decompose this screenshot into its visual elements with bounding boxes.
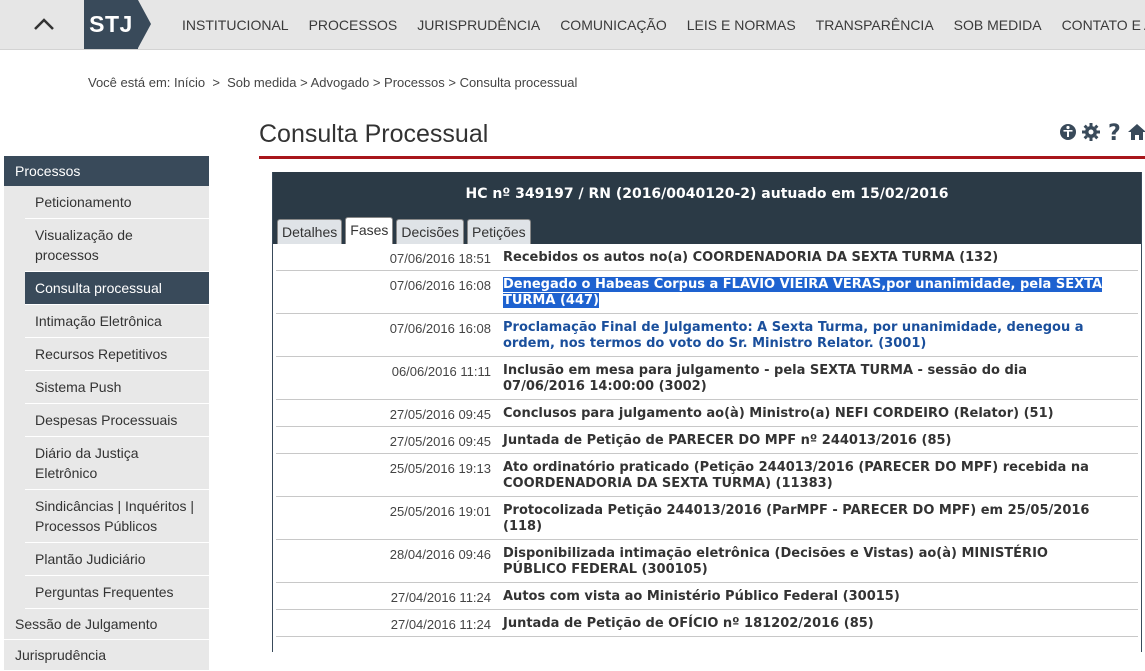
nav-item-transpar-ncia[interactable]: TRANSPARÊNCIA	[806, 17, 944, 33]
phase-datetime: 07/06/2016 16:08	[389, 278, 491, 293]
sidebar-item-2[interactable]: Visualização de processos	[25, 219, 209, 272]
sidebar-item-6[interactable]: Sistema Push	[25, 371, 209, 404]
gear-icon[interactable]	[1081, 121, 1101, 143]
phase-datetime: 07/06/2016 16:08	[389, 321, 491, 336]
panel-header: HC nº 349197 / RN (2016/0040120-2) autua…	[273, 172, 1141, 244]
phase-row: 27/05/2016 09:45 Juntada de Petição de PA…	[276, 427, 1138, 454]
sidebar-item-1[interactable]: Peticionamento	[25, 186, 209, 219]
phase-description: Conclusos para julgamento ao(à) Ministro…	[503, 406, 1054, 421]
help-icon[interactable]: ?	[1104, 121, 1124, 143]
phase-description: Autos com vista ao Ministério Público Fe…	[503, 589, 900, 604]
selected-text: Denegado o Habeas Corpus a FLÁVIO VIEIRA…	[503, 277, 1103, 308]
phase-row: 28/04/2016 09:46 Disponibilizada intimaçã…	[276, 540, 1138, 583]
phase-datetime: 25/05/2016 19:13	[389, 461, 491, 476]
breadcrumb-item[interactable]: Início	[174, 75, 205, 90]
phase-row: 27/04/2016 11:24 Juntada de Petição de OF…	[276, 610, 1138, 637]
stj-logo[interactable]: STJ	[84, 0, 138, 49]
breadcrumb-item: Consulta processual	[459, 75, 578, 90]
page-tools: ?	[1058, 121, 1145, 143]
sidebar-item-7[interactable]: Despesas Processuais	[25, 404, 209, 437]
breadcrumb-item[interactable]: Sob medida	[227, 75, 296, 90]
phase-row: 07/06/2016 16:08 Proclamação Final de Jul…	[276, 314, 1138, 357]
home-icon[interactable]	[1127, 121, 1145, 143]
main-menu: INSTITUCIONAL PROCESSOS JURISPRUDÊNCIA COMU…	[172, 0, 1145, 49]
phase-description: Inclusão em mesa para julgamento - pela …	[503, 363, 1028, 394]
phase-row: 07/06/2016 16:08 Denegado o Habeas Corpus…	[276, 271, 1138, 314]
nav-item-contato-e-ajuda[interactable]: CONTATO E AJUDA	[1052, 17, 1145, 33]
phase-datetime: 07/06/2016 18:51	[389, 251, 491, 266]
breadcrumb-separator: >	[296, 75, 311, 90]
phase-datetime: 27/05/2016 09:45	[389, 407, 491, 422]
sidebar-item-5[interactable]: Recursos Repetitivos	[25, 338, 209, 371]
phase-description: Disponibilizada intimação eletrônica (De…	[503, 546, 1048, 577]
nav-item-comunica-o[interactable]: COMUNICAÇÃO	[550, 17, 677, 33]
phase-row: 25/05/2016 19:01 Protocolizada Petição 24…	[276, 497, 1138, 540]
nav-item-leis-e-normas[interactable]: LEIS E NORMAS	[677, 17, 806, 33]
phase-description: Ato ordinatório praticado (Petição 24401…	[503, 460, 1089, 491]
tab-decisoes[interactable]: Decisões	[396, 219, 464, 244]
sidebar-section-1[interactable]: Sessão de Julgamento	[4, 609, 209, 640]
breadcrumb-separator: >	[205, 75, 228, 90]
sidebar-section-2[interactable]: Jurisprudência	[4, 640, 209, 671]
phase-datetime: 27/04/2016 11:24	[390, 617, 491, 632]
accessibility-icon[interactable]	[1058, 121, 1078, 143]
breadcrumb-prefix: Você está em:	[88, 75, 171, 90]
nav-item-jurisprud-ncia[interactable]: JURISPRUDÊNCIA	[407, 17, 550, 33]
page-title: Consulta Processual	[259, 120, 489, 148]
sidebar: Processos Peticionamento Visualização de …	[4, 156, 209, 671]
top-navigation: STJ INSTITUCIONAL PROCESSOS JURISPRUDÊNCIA…	[0, 0, 1145, 50]
chevron-up-icon[interactable]	[24, 10, 64, 38]
phase-description: Juntada de Petição de PARECER DO MPF nº …	[503, 433, 952, 448]
sidebar-item-10[interactable]: Plantão Judiciário	[25, 543, 209, 576]
tab-peticoes[interactable]: Petições	[466, 219, 531, 244]
phase-datetime: 27/04/2016 11:24	[390, 590, 491, 605]
breadcrumb-item[interactable]: Processos	[384, 75, 445, 90]
sidebar-item-3[interactable]: Consulta processual	[25, 272, 209, 305]
tab-fases[interactable]: Fases	[345, 217, 394, 244]
phase-row: 27/05/2016 09:45 Conclusos para julgament…	[276, 400, 1138, 427]
phase-datetime: 28/04/2016 09:46	[389, 547, 491, 562]
phase-row: 06/06/2016 11:11 Inclusão em mesa para ju…	[276, 357, 1138, 400]
breadcrumb: Você está em: Início > Sob medida > Advo…	[88, 75, 577, 90]
breadcrumb-separator: >	[369, 75, 385, 90]
phase-datetime: 25/05/2016 19:01	[389, 504, 491, 519]
svg-text:?: ?	[1108, 121, 1121, 143]
sidebar-header-processos[interactable]: Processos	[4, 156, 209, 186]
tab-detalhes[interactable]: Detalhes	[277, 219, 343, 244]
logo-arrow	[138, 0, 151, 48]
process-panel: HC nº 349197 / RN (2016/0040120-2) autua…	[272, 172, 1142, 652]
panel-tabs: Detalhes Fases Decisões Petições	[277, 217, 531, 244]
sidebar-item-9[interactable]: Sindicâncias | Inquéritos | Processos Pú…	[25, 490, 209, 543]
phases-list: 07/06/2016 18:51 Recebidos os autos no(a)…	[273, 244, 1141, 637]
breadcrumb-separator: >	[444, 75, 460, 90]
nav-item-processos[interactable]: PROCESSOS	[299, 17, 408, 33]
phase-description[interactable]: Denegado o Habeas Corpus a FLÁVIO VIEIRA…	[503, 277, 1103, 309]
phase-datetime: 06/06/2016 11:11	[391, 364, 491, 379]
phase-description[interactable]: Proclamação Final de Julgamento: A Sexta…	[503, 320, 1103, 352]
sidebar-item-11[interactable]: Perguntas Frequentes	[25, 576, 209, 609]
phase-datetime: 27/05/2016 09:45	[389, 434, 491, 449]
process-title: HC nº 349197 / RN (2016/0040120-2) autua…	[465, 186, 949, 202]
sidebar-submenu: Peticionamento Visualização de processos C…	[4, 186, 209, 609]
nav-item-sob-medida[interactable]: SOB MEDIDA	[944, 17, 1052, 33]
nav-item-institucional[interactable]: INSTITUCIONAL	[172, 17, 299, 33]
phase-description: Recebidos os autos no(a) COORDENADORIA D…	[503, 250, 999, 265]
phase-row: 25/05/2016 19:13 Ato ordinatório praticad…	[276, 454, 1138, 497]
sidebar-item-8[interactable]: Diário da Justiça Eletrônico	[25, 437, 209, 490]
title-divider	[259, 156, 1145, 159]
phase-row: 07/06/2016 18:51 Recebidos os autos no(a)…	[276, 244, 1138, 271]
phase-description: Protocolizada Petição 244013/2016 (ParMP…	[503, 503, 1090, 534]
phase-description: Juntada de Petição de OFÍCIO nº 181202/2…	[503, 616, 874, 631]
breadcrumb-item[interactable]: Advogado	[311, 75, 370, 90]
sidebar-item-4[interactable]: Intimação Eletrônica	[25, 305, 209, 338]
phase-row: 27/04/2016 11:24 Autos com vista ao Minis…	[276, 583, 1138, 610]
